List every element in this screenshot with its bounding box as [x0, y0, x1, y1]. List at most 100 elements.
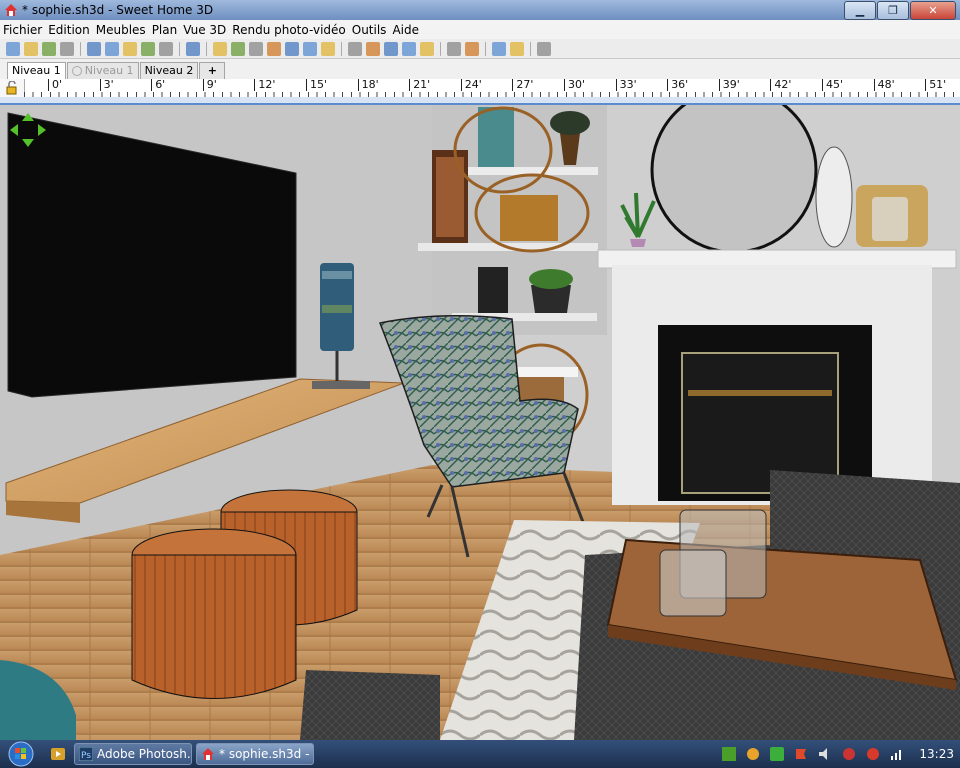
close-button[interactable]: ✕ — [910, 1, 956, 20]
toolbar-separator — [80, 41, 81, 56]
clock[interactable]: 13:23 — [919, 747, 954, 761]
create-walls-icon[interactable] — [249, 41, 263, 56]
create-photo-icon[interactable] — [492, 41, 506, 56]
text-style-icon[interactable] — [348, 41, 362, 56]
undo-icon[interactable] — [87, 41, 101, 56]
minimize-button[interactable]: ▁ — [844, 1, 876, 20]
3d-scene[interactable] — [0, 105, 960, 740]
svg-text:Ps: Ps — [81, 751, 91, 761]
ottoman — [131, 554, 297, 699]
plan-ruler: 0' 3' 6' 9' 12' 15' 18' 21' 24' 27' 30' 33' 36' 39' 42… — [0, 79, 960, 98]
tab-niveau-2[interactable]: Niveau 2 — [139, 62, 199, 79]
menu-vue-3d[interactable]: Vue 3D — [180, 23, 229, 37]
update-icon[interactable] — [770, 747, 785, 761]
maximize-button[interactable]: ❐ — [877, 1, 909, 20]
cut-icon[interactable] — [123, 41, 137, 56]
ruler-label: 30' — [564, 79, 585, 91]
start-button-icon[interactable] — [6, 741, 36, 767]
plant-pot — [531, 285, 571, 313]
fireplace-insert — [681, 352, 839, 494]
menu-plan[interactable]: Plan — [149, 23, 181, 37]
open-icon[interactable] — [24, 41, 38, 56]
3d-view[interactable] — [0, 105, 960, 740]
preferences-icon[interactable] — [60, 41, 74, 56]
ruler-label: 45' — [822, 79, 843, 91]
ruler-label: 0' — [48, 79, 62, 91]
pan-icon[interactable] — [231, 41, 245, 56]
text-italic-icon[interactable] — [384, 41, 398, 56]
tab-niveau-1[interactable]: Niveau 1 — [7, 62, 66, 79]
text-bold-icon[interactable] — [366, 41, 380, 56]
select-icon[interactable] — [213, 41, 227, 56]
ruler-label: 3' — [99, 79, 114, 91]
ruler-label: 24' — [460, 79, 482, 91]
menu-fichier[interactable]: Fichier — [0, 23, 45, 37]
add-furniture-icon[interactable] — [186, 41, 200, 56]
toolbar-separator — [485, 41, 486, 56]
photoshop-icon: Ps — [79, 747, 93, 761]
tab-niveau-1-hidden[interactable]: Niveau 1 — [66, 62, 139, 79]
toolbar-separator — [341, 41, 342, 56]
level-tabs: Niveau 1 Niveau 1 Niveau 2 + — [0, 59, 960, 79]
add-text-icon[interactable] — [321, 41, 335, 56]
plant-leaves — [529, 269, 573, 289]
plan-view-collapsed[interactable] — [0, 97, 960, 105]
sweet-home-3d-icon — [202, 748, 214, 760]
lamp-stripe — [322, 271, 352, 279]
media-player-icon[interactable] — [50, 746, 66, 762]
ruler-label: 6' — [151, 79, 165, 91]
ruler-label: 48' — [873, 79, 895, 91]
taskbar-photoshop[interactable]: Ps Adobe Photosh... — [74, 743, 192, 765]
white-vase — [815, 146, 853, 248]
text-larger-icon[interactable] — [402, 41, 416, 56]
create-video-icon[interactable] — [510, 41, 524, 56]
brass-box — [500, 195, 558, 241]
menu-meubles[interactable]: Meubles — [93, 23, 149, 37]
flag-icon[interactable] — [794, 747, 808, 761]
volume-icon[interactable] — [818, 747, 832, 761]
sweet-home-3d-icon — [5, 4, 17, 16]
ruler-label: 21' — [409, 79, 430, 91]
ruler-label: 12' — [254, 79, 275, 91]
lamp-base — [312, 381, 370, 389]
taskbar-sweet-home-3d[interactable]: * sophie.sh3d - ... — [196, 743, 314, 765]
books — [478, 267, 508, 313]
network-icon[interactable] — [890, 747, 904, 761]
zoom-in-icon[interactable] — [447, 41, 461, 56]
glass-lantern — [659, 549, 727, 617]
add-level-button[interactable]: + — [199, 62, 226, 79]
title-bar: * sophie.sh3d - Sweet Home 3D ▁ ❐ ✕ — [0, 0, 960, 20]
system-tray: 13:23 — [717, 740, 960, 768]
create-dimensions-icon[interactable] — [303, 41, 317, 56]
teal-book — [478, 107, 514, 167]
tab-label: Niveau 1 — [84, 64, 134, 77]
menu-aide[interactable]: Aide — [389, 23, 422, 37]
security-icon[interactable] — [746, 747, 760, 761]
redo-icon[interactable] — [105, 41, 119, 56]
taskbar-label: * sophie.sh3d - ... — [219, 747, 313, 761]
menu-rendu-photo-video[interactable]: Rendu photo-vidéo — [229, 23, 348, 37]
zoom-out-icon[interactable] — [465, 41, 479, 56]
bluetooth-icon[interactable] — [842, 747, 856, 761]
help-icon[interactable] — [537, 41, 551, 56]
new-icon[interactable] — [6, 41, 20, 56]
create-polylines-icon[interactable] — [285, 41, 299, 56]
menu-edition[interactable]: Edition — [45, 23, 93, 37]
menu-outils[interactable]: Outils — [349, 23, 390, 37]
text-smaller-icon[interactable] — [420, 41, 434, 56]
copy-icon[interactable] — [141, 41, 155, 56]
ruler-label: 39' — [718, 79, 740, 91]
antivirus-icon[interactable] — [866, 747, 880, 761]
ruler-label: 33' — [615, 79, 637, 91]
create-rooms-icon[interactable] — [267, 41, 281, 56]
ruler-label: 51' — [925, 79, 946, 91]
side-table-top — [512, 367, 578, 377]
save-icon[interactable] — [42, 41, 56, 56]
taskbar-label: Adobe Photosh... — [97, 747, 192, 761]
toolbar-separator — [206, 41, 207, 56]
paste-icon[interactable] — [159, 41, 173, 56]
nvidia-icon[interactable] — [722, 747, 737, 761]
toolbar-separator — [179, 41, 180, 56]
windows-taskbar: Ps Adobe Photosh... * sophie.sh3d - ... 1… — [0, 740, 960, 768]
toolbar-separator — [440, 41, 441, 56]
